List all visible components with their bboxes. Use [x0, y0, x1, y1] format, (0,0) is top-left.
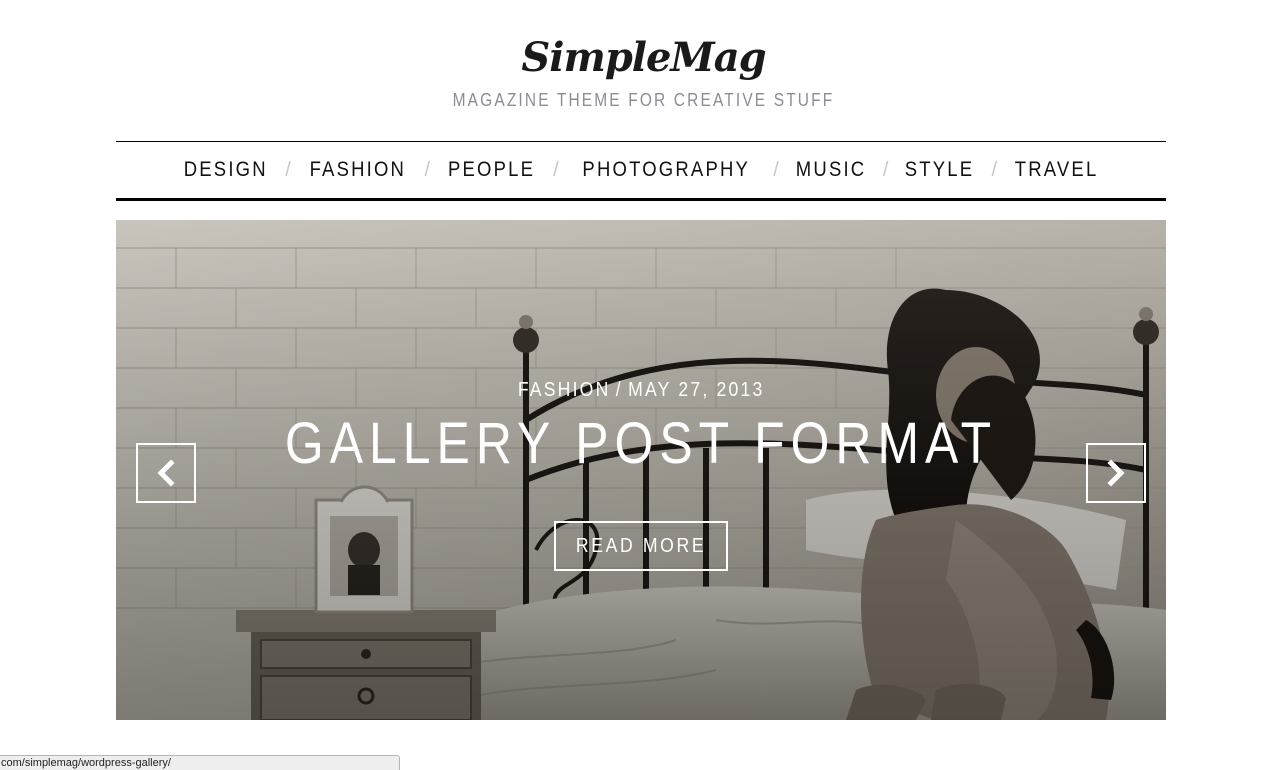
- slide-meta: FASHION / MAY 27, 2013: [518, 375, 765, 405]
- slide-caption: FASHION / MAY 27, 2013 GALLERY POST FORMAT…: [116, 375, 1166, 571]
- nav-item-travel[interactable]: TRAVEL: [1013, 158, 1100, 182]
- slide-category[interactable]: FASHION: [518, 379, 611, 401]
- read-more-button[interactable]: READ MORE: [554, 521, 728, 571]
- slide-title[interactable]: GALLERY POST FORMAT: [190, 409, 1093, 479]
- site-tagline: MAGAZINE THEME FOR CREATIVE STUFF: [452, 90, 835, 110]
- nav-item-photography[interactable]: PHOTOGRAPHY: [580, 158, 751, 182]
- site-header: SimpleMag MAGAZINE THEME FOR CREATIVE ST…: [0, 30, 1287, 112]
- slider-prev-button[interactable]: [136, 443, 196, 503]
- nav-separator: /: [424, 158, 431, 181]
- read-more-label: READ MORE: [575, 535, 707, 557]
- nav-item-music[interactable]: MUSIC: [794, 158, 868, 182]
- main-navigation: DESIGN / FASHION / PEOPLE / PHOTOGRAPHY …: [116, 141, 1166, 201]
- site-logo[interactable]: SimpleMag: [0, 30, 1287, 86]
- chevron-right-icon: [1107, 459, 1125, 487]
- nav-item-people[interactable]: PEOPLE: [446, 158, 537, 182]
- featured-slider: FASHION / MAY 27, 2013 GALLERY POST FORMAT…: [116, 220, 1166, 720]
- chevron-left-icon: [157, 459, 175, 487]
- slide-date: MAY 27, 2013: [627, 379, 765, 401]
- nav-item-fashion[interactable]: FASHION: [308, 158, 408, 182]
- slider-next-button[interactable]: [1086, 443, 1146, 503]
- nav-list: DESIGN / FASHION / PEOPLE / PHOTOGRAPHY …: [116, 142, 1166, 198]
- nav-separator: /: [773, 158, 779, 181]
- nav-item-design[interactable]: DESIGN: [182, 158, 270, 182]
- nav-item-style[interactable]: STYLE: [903, 158, 976, 182]
- meta-separator: /: [615, 379, 623, 401]
- nav-separator: /: [882, 158, 889, 181]
- page: SimpleMag MAGAZINE THEME FOR CREATIVE ST…: [0, 0, 1287, 770]
- status-bar-url: com/simplemag/wordpress-gallery/: [0, 755, 400, 770]
- nav-separator: /: [285, 158, 291, 181]
- nav-separator: /: [553, 158, 559, 181]
- nav-separator: /: [991, 158, 998, 181]
